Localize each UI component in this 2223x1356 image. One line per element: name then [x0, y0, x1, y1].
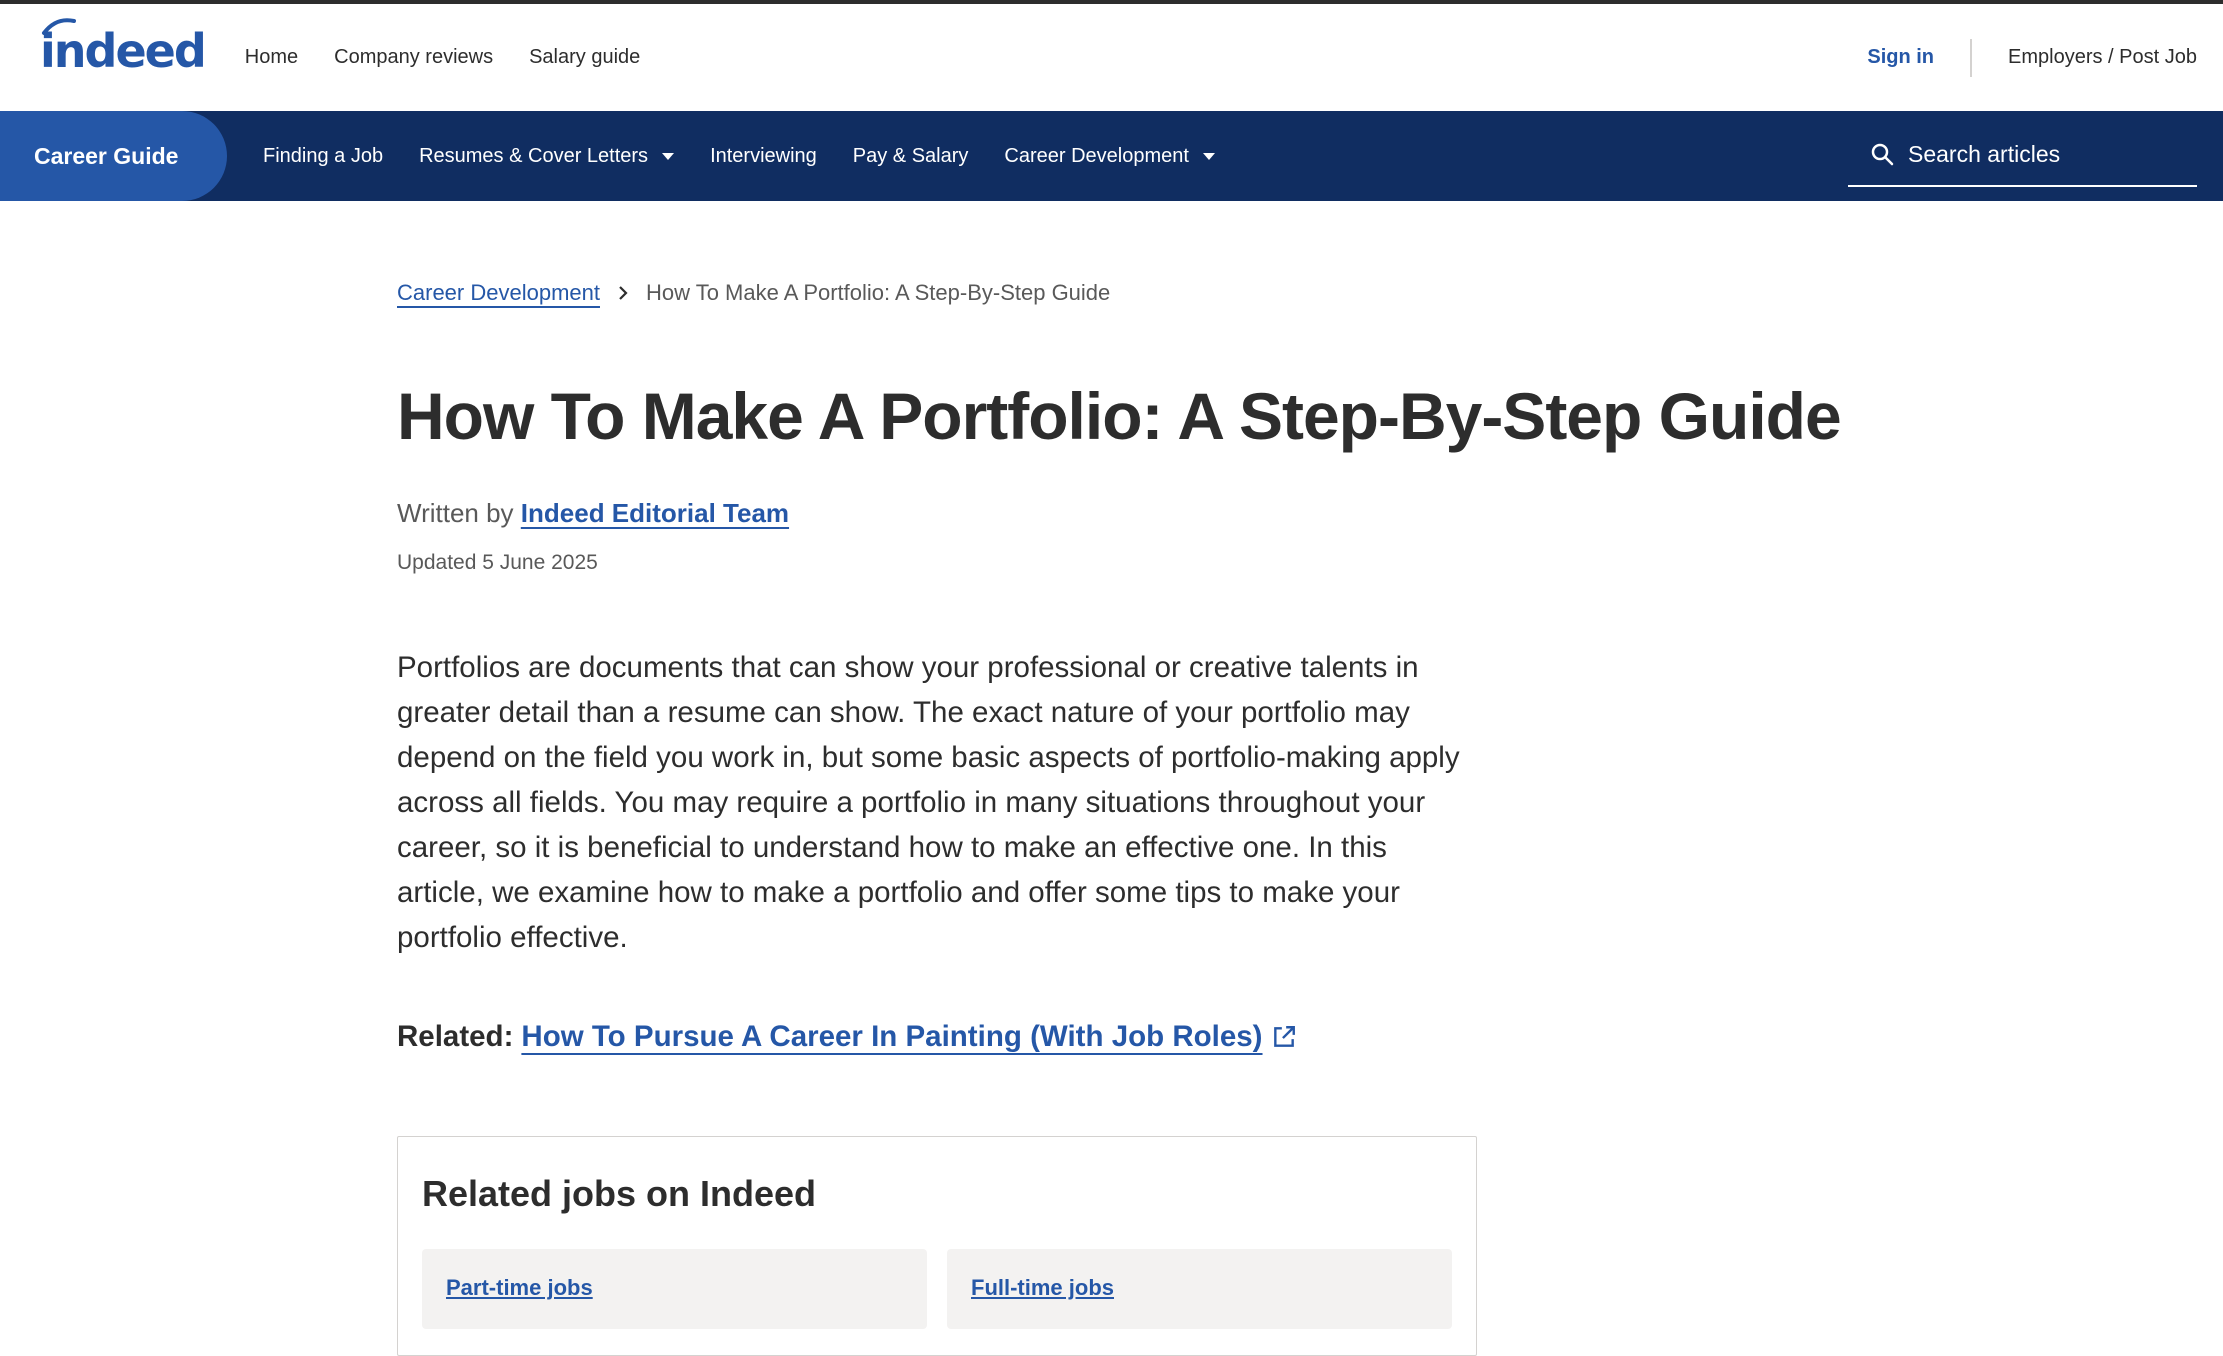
- subnav-label: Resumes & Cover Letters: [419, 144, 649, 167]
- subnav-pay-salary[interactable]: Pay & Salary: [853, 145, 969, 168]
- job-card-full-time[interactable]: Full-time jobs: [947, 1249, 1452, 1329]
- nav-company-reviews[interactable]: Company reviews: [334, 4, 493, 111]
- written-by-label: Written by: [397, 498, 514, 528]
- subnav-label: Career Development: [1004, 144, 1189, 167]
- breadcrumb: Career Development How To Make A Portfol…: [397, 270, 1817, 316]
- sign-in-link[interactable]: Sign in: [1867, 46, 1934, 69]
- job-card-part-time[interactable]: Part-time jobs: [422, 1249, 927, 1329]
- related-jobs-title: Related jobs on Indeed: [422, 1173, 817, 1214]
- related-link-text: How To Pursue A Career In Painting (With…: [521, 1020, 1263, 1053]
- related-article: Related: How To Pursue A Career In Paint…: [397, 1020, 1297, 1054]
- subnav-resumes-cover-letters[interactable]: Resumes & Cover Letters: [419, 144, 675, 168]
- article-intro: Portfolios are documents that can show y…: [397, 651, 1460, 954]
- career-guide-home[interactable]: Career Guide: [0, 111, 227, 201]
- subnav-label: Interviewing: [710, 144, 817, 167]
- external-link-icon: [1273, 1026, 1295, 1047]
- subnav-label: Pay & Salary: [852, 144, 969, 167]
- employers-link[interactable]: Employers / Post Job: [2008, 46, 2197, 69]
- header-divider: [1970, 38, 1973, 77]
- breadcrumb-current: How To Make A Portfolio: A Step-By-Step …: [645, 280, 1111, 305]
- page-title: How To Make A Portfolio: A Step-By-Step …: [397, 379, 1842, 453]
- caret-down-icon: [1202, 152, 1215, 160]
- subnav-items: Finding a Job Resumes & Cover Letters In…: [263, 145, 1215, 168]
- search-label: Search articles: [1908, 140, 2061, 167]
- nav-salary-guide[interactable]: Salary guide: [529, 4, 640, 111]
- breadcrumb-career-development[interactable]: Career Development: [397, 280, 600, 306]
- search-articles[interactable]: Search articles: [1848, 123, 2197, 187]
- related-jobs-panel: Related jobs on Indeed Part-time jobs Fu…: [397, 1136, 1477, 1356]
- job-card-label: Full-time jobs: [971, 1275, 1114, 1300]
- career-guide-nav: Career Guide Finding a Job Resumes & Cov…: [0, 111, 2223, 201]
- job-card-label: Part-time jobs: [446, 1275, 593, 1300]
- updated-date: Updated 5 June 2025: [397, 551, 598, 574]
- site-header: indeed Home Company reviews Salary guide…: [0, 4, 2223, 111]
- byline: Written by Indeed Editorial Team: [397, 498, 789, 529]
- caret-down-icon: [662, 152, 675, 160]
- related-jobs-cards: Part-time jobs Full-time jobs: [422, 1249, 1452, 1329]
- author-link[interactable]: Indeed Editorial Team: [521, 498, 789, 528]
- logo-arc-icon: [42, 17, 76, 35]
- subnav-career-development[interactable]: Career Development: [1004, 145, 1215, 168]
- header-actions: Sign in Employers / Post Job: [1867, 38, 2197, 77]
- search-icon: [1871, 143, 1894, 166]
- breadcrumb-wrap: Career Development How To Make A Portfol…: [397, 270, 1817, 316]
- indeed-logo[interactable]: indeed: [40, 17, 207, 81]
- related-label: Related:: [397, 1020, 514, 1053]
- subnav-interviewing[interactable]: Interviewing: [710, 145, 817, 168]
- top-nav: Home Company reviews Salary guide: [245, 4, 641, 111]
- related-article-link[interactable]: How To Pursue A Career In Painting (With…: [521, 1020, 1296, 1054]
- subnav-finding-a-job[interactable]: Finding a Job: [263, 145, 383, 168]
- subnav-label: Finding a Job: [263, 144, 384, 167]
- nav-home[interactable]: Home: [245, 4, 298, 111]
- chevron-right-icon: [616, 283, 630, 303]
